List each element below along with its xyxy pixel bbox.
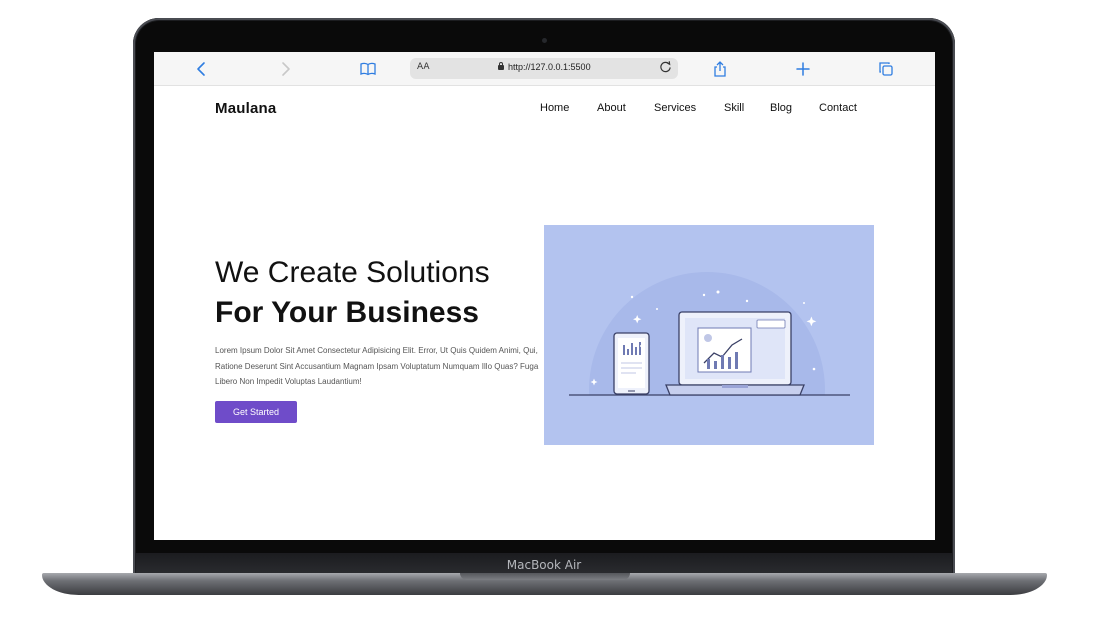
devices-illustration [544,272,874,508]
book-icon [360,62,376,76]
laptop-screen: AA http://127.0.0.1:5500 Maulana Home Ab… [154,52,935,540]
bookmarks-button[interactable] [358,59,378,79]
browser-toolbar: AA http://127.0.0.1:5500 [154,52,935,86]
nav-skill[interactable]: Skill [724,102,744,114]
plus-icon [796,62,810,76]
chevron-left-icon [197,62,205,76]
laptop-hinge-notch [460,573,630,580]
site-logo[interactable]: Maulana [215,100,276,117]
hero-title: We Create Solutions For Your Business [215,253,490,333]
backdrop-mask [544,395,874,445]
reload-icon [660,61,671,73]
url-display[interactable]: http://127.0.0.1:5500 [498,62,591,72]
camera-icon [542,38,547,43]
nav-services[interactable]: Services [654,102,696,114]
lock-icon [498,62,504,70]
share-button[interactable] [710,59,730,79]
forward-button[interactable] [275,59,295,79]
nav-contact[interactable]: Contact [819,102,857,114]
hero-title-line2: For Your Business [215,296,479,329]
laptop-icon [665,311,805,396]
reload-button[interactable] [659,60,672,76]
back-button[interactable] [192,59,212,79]
url-text: http://127.0.0.1:5500 [508,62,591,72]
text-size-button[interactable]: AA [417,62,430,72]
hero-description: Lorem Ipsum Dolor Sit Amet Consectetur A… [215,346,539,386]
new-tab-button[interactable] [793,59,813,79]
hero-title-line1: We Create Solutions [215,256,490,289]
laptop-chin: MacBook Air [136,553,952,575]
get-started-button[interactable]: Get Started [215,401,297,423]
hero-illustration [544,225,874,508]
nav-home[interactable]: Home [540,102,569,114]
share-icon [714,61,726,77]
nav-blog[interactable]: Blog [770,102,792,114]
chevron-right-icon [282,62,290,76]
phone-icon [613,332,650,395]
tabs-icon [879,62,893,76]
address-bar[interactable]: AA http://127.0.0.1:5500 [410,58,678,79]
tabs-button[interactable] [876,59,896,79]
nav-about[interactable]: About [597,102,626,114]
